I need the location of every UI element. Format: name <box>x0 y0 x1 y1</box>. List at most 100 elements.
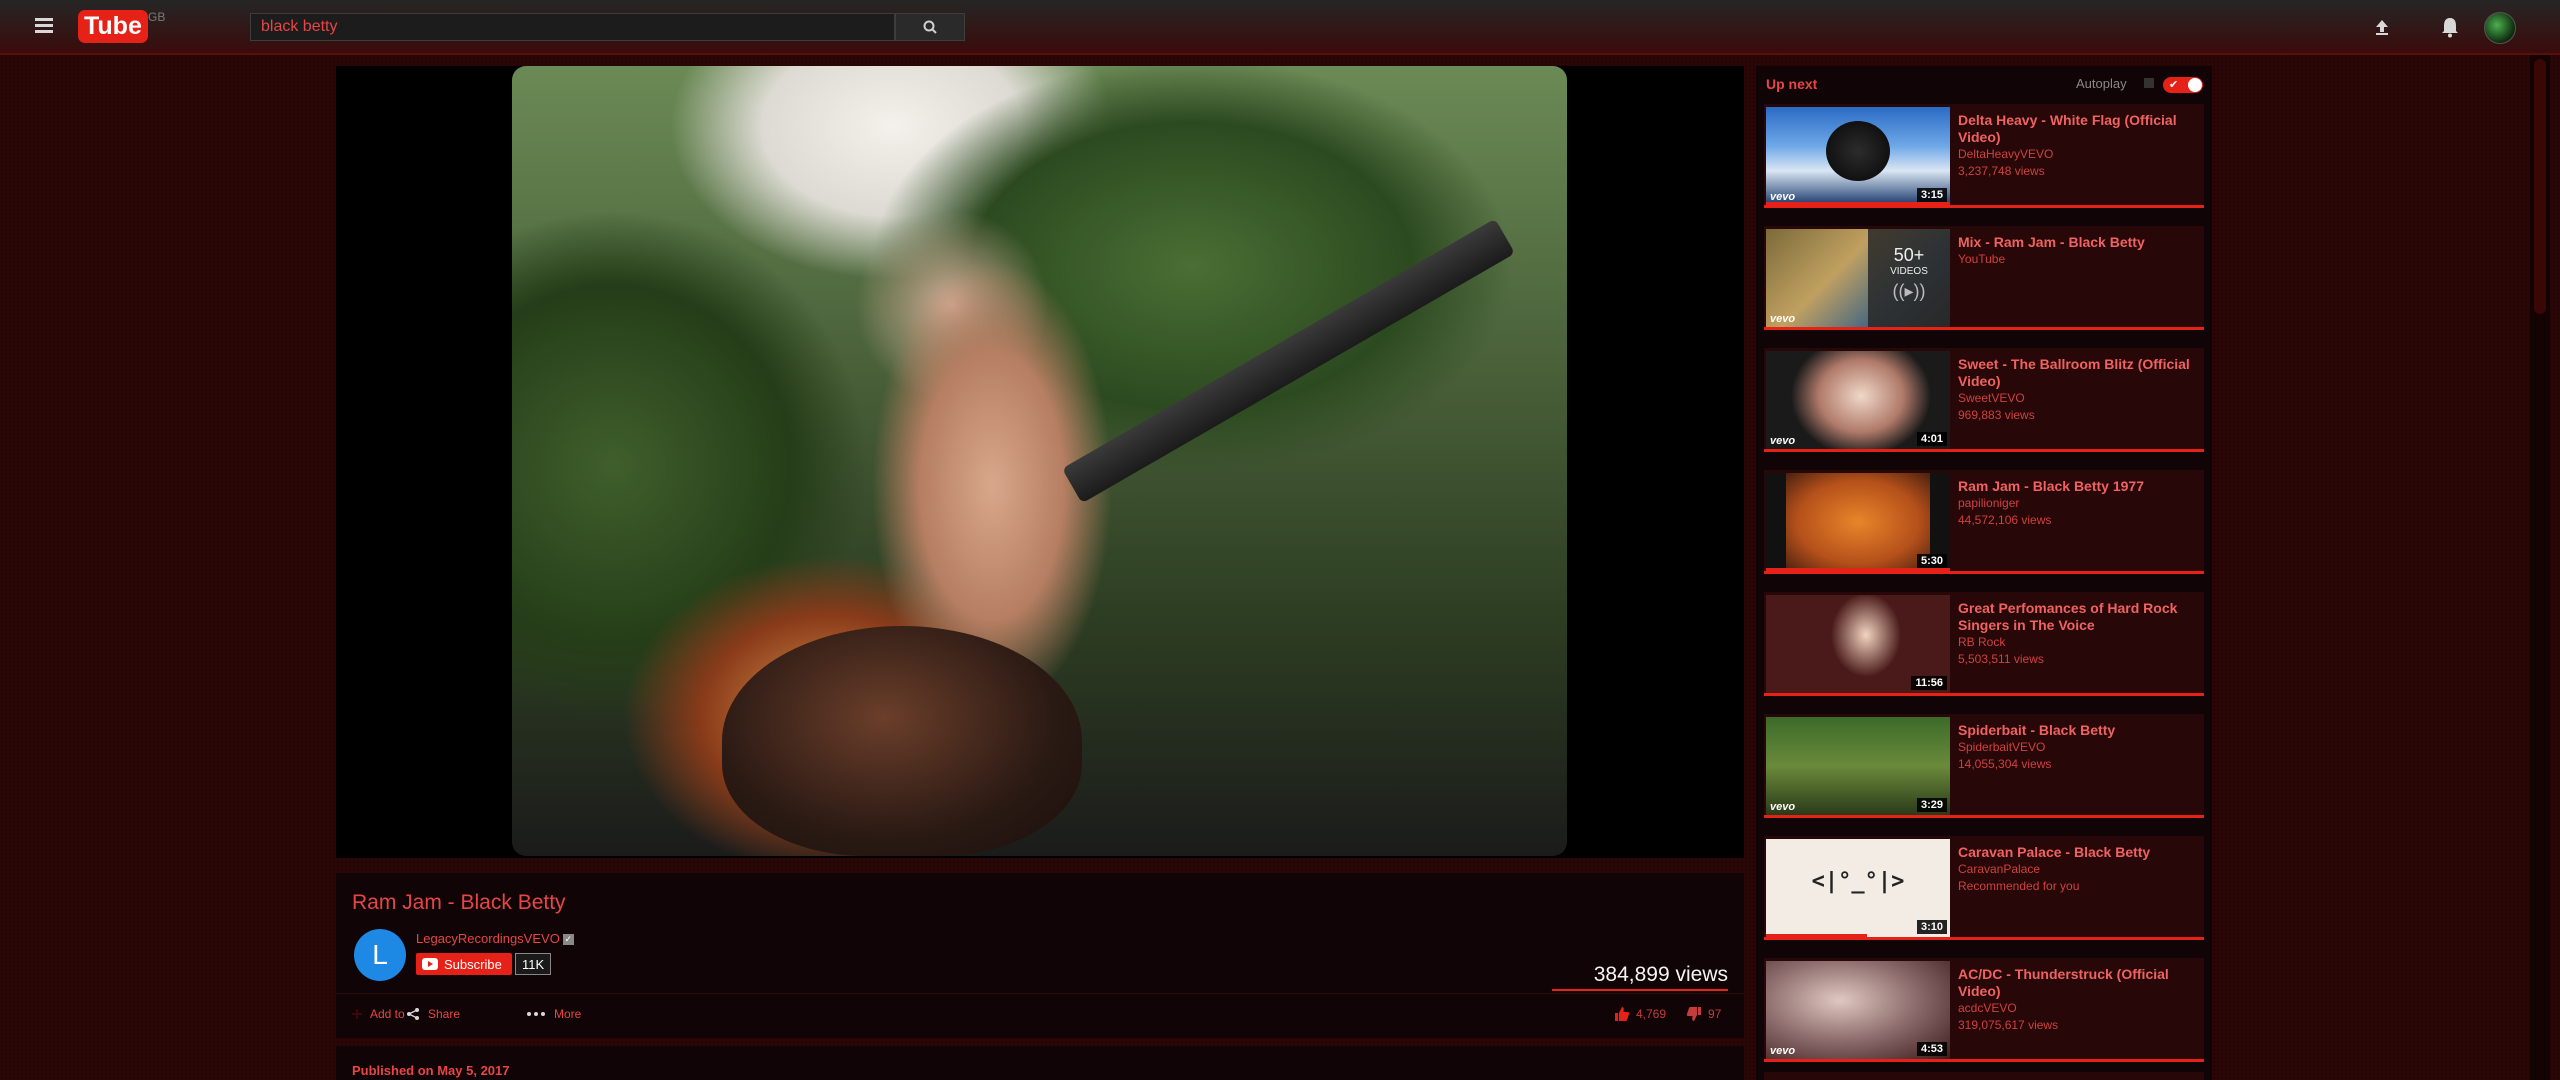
duration-badge: 4:01 <box>1916 432 1947 446</box>
search-input[interactable] <box>250 13 895 41</box>
mix-label: VIDEOS <box>1890 266 1928 277</box>
duration-badge: 3:15 <box>1916 188 1947 202</box>
bell-icon[interactable] <box>2436 13 2464 41</box>
channel-name: papilioniger <box>1958 496 2020 510</box>
video-thumbnail[interactable]: 5:30 <box>1766 473 1950 571</box>
autoplay-info-icon[interactable] <box>2144 78 2154 88</box>
video-thumbnail[interactable]: 11:56 <box>1766 595 1950 693</box>
channel-name[interactable]: LegacyRecordingsVEVO ✓ <box>416 931 574 946</box>
mix-count: 50+ <box>1893 245 1925 265</box>
channel-name: DeltaHeavyVEVO <box>1958 147 2054 161</box>
video-title[interactable]: Ram Jam - Black Betty 1977 <box>1958 478 2198 495</box>
recommendation-note: Recommended for you <box>1958 879 2080 893</box>
view-count: 319,075,617 views <box>1958 1018 2059 1032</box>
video-title[interactable]: Delta Heavy - White Flag (Official Video… <box>1958 112 2198 146</box>
list-item[interactable]: vevo 50+ VIDEOS ((▸)) Mix - Ram Jam - Bl… <box>1764 226 2204 330</box>
video-player[interactable] <box>336 66 1744 858</box>
list-item[interactable]: vevo 4:01 Sweet - The Ballroom Blitz (Of… <box>1764 348 2204 452</box>
view-count: 14,055,304 views <box>1958 757 2052 771</box>
more-button[interactable]: More <box>526 1007 581 1021</box>
plus-icon <box>352 1009 362 1019</box>
vevo-logo: vevo <box>1770 435 1796 447</box>
top-bar: Tube GB <box>0 0 2560 55</box>
dislike-count: 97 <box>1708 1007 1722 1021</box>
view-count: 384,899 views <box>1593 963 1728 986</box>
video-thumbnail[interactable]: vevo 4:01 <box>1766 351 1950 449</box>
video-title[interactable]: Caravan Palace - Black Betty <box>1958 844 2198 861</box>
video-thumbnail[interactable]: <|°_°|> 3:10 <box>1766 839 1950 937</box>
search-button[interactable] <box>895 13 965 41</box>
vevo-logo: vevo <box>1770 1045 1796 1057</box>
page-scrollbar[interactable] <box>2530 55 2550 1080</box>
thumbnail-detail <box>1826 121 1890 181</box>
vevo-logo: vevo <box>1770 801 1796 813</box>
scrollbar-thumb[interactable] <box>2534 59 2546 314</box>
thumbs-down-icon <box>1686 1007 1701 1021</box>
channel-avatar[interactable]: L <box>354 929 406 981</box>
divider <box>336 993 1744 994</box>
menu-icon[interactable] <box>32 15 56 37</box>
video-thumbnail[interactable]: vevo 50+ VIDEOS ((▸)) <box>1766 229 1950 327</box>
description-panel: Published on May 5, 2017 <box>336 1046 1744 1080</box>
vevo-logo: vevo <box>1770 313 1796 325</box>
video-thumbnail[interactable]: vevo 3:15 <box>1766 107 1950 205</box>
more-icon <box>527 1012 545 1016</box>
avatar[interactable] <box>2484 12 2516 44</box>
dislike-button[interactable]: 97 <box>1686 1006 1721 1022</box>
video-frame[interactable] <box>512 66 1567 856</box>
like-count: 4,769 <box>1636 1007 1667 1021</box>
autoplay-toggle[interactable]: ✔ <box>2163 77 2203 93</box>
publish-date: Published on May 5, 2017 <box>352 1063 510 1078</box>
video-image-detail <box>722 626 1082 856</box>
like-ratio-bar <box>1552 989 1728 991</box>
list-item[interactable] <box>1764 1072 2204 1080</box>
autoplay-label: Autoplay <box>2076 76 2127 91</box>
video-title[interactable]: Sweet - The Ballroom Blitz (Official Vid… <box>1958 356 2198 390</box>
view-count: 3,237,748 views <box>1958 164 2045 178</box>
thumbnail-detail <box>1786 473 1930 571</box>
thumbnail-text: <|°_°|> <box>1811 869 1905 894</box>
view-count: 44,572,106 views <box>1958 513 2052 527</box>
logo-tube-text: Tube <box>78 9 148 43</box>
mix-overlay: 50+ VIDEOS ((▸)) <box>1868 229 1950 327</box>
video-title[interactable]: AC/DC - Thunderstruck (Official Video) <box>1958 966 2198 1000</box>
more-label: More <box>554 1007 582 1021</box>
upload-icon[interactable] <box>2368 13 2396 41</box>
list-item[interactable]: <|°_°|> 3:10 Caravan Palace - Black Bett… <box>1764 836 2204 940</box>
up-next-heading: Up next <box>1766 76 1818 92</box>
channel-name: YouTube <box>1958 252 2006 266</box>
country-code: GB <box>148 10 166 24</box>
list-item[interactable]: vevo 3:29 Spiderbait - Black Betty Spide… <box>1764 714 2204 818</box>
like-button[interactable]: 4,769 <box>1614 1006 1666 1022</box>
duration-badge: 3:10 <box>1916 920 1947 934</box>
duration-badge: 4:53 <box>1916 1042 1947 1056</box>
list-item[interactable]: vevo 4:53 AC/DC - Thunderstruck (Officia… <box>1764 958 2204 1062</box>
video-thumbnail[interactable]: vevo 4:53 <box>1766 961 1950 1059</box>
youtube-logo[interactable]: Tube <box>78 8 148 44</box>
video-thumbnail[interactable]: vevo 3:29 <box>1766 717 1950 815</box>
share-icon <box>407 1008 419 1020</box>
video-title: Ram Jam - Black Betty <box>352 891 566 914</box>
channel-name-text: LegacyRecordingsVEVO <box>416 931 560 946</box>
list-item[interactable]: 5:30 Ram Jam - Black Betty 1977 papilion… <box>1764 470 2204 574</box>
video-title[interactable]: Spiderbait - Black Betty <box>1958 722 2198 739</box>
subscribe-button[interactable]: Subscribe <box>416 953 512 975</box>
video-info-panel: Ram Jam - Black Betty L LegacyRecordings… <box>336 873 1744 1038</box>
subscribe-label: Subscribe <box>444 956 502 972</box>
subscriber-count: 11K <box>515 953 552 975</box>
list-item[interactable]: 11:56 Great Perfomances of Hard Rock Sin… <box>1764 592 2204 696</box>
channel-name: RB Rock <box>1958 635 2006 649</box>
view-count: 969,883 views <box>1958 408 2035 422</box>
watch-progress-bar <box>1766 202 1950 205</box>
video-title[interactable]: Great Perfomances of Hard Rock Singers i… <box>1958 600 2198 634</box>
share-button[interactable]: Share <box>406 1007 460 1021</box>
watch-progress-bar <box>1766 934 1868 937</box>
add-to-label: Add to <box>370 1007 405 1021</box>
channel-name: SpiderbaitVEVO <box>1958 740 2046 754</box>
add-to-button[interactable]: Add to <box>352 1007 405 1021</box>
duration-badge: 5:30 <box>1916 554 1947 568</box>
check-icon: ✔ <box>2169 79 2179 91</box>
view-count: 5,503,511 views <box>1958 652 2044 666</box>
list-item[interactable]: vevo 3:15 Delta Heavy - White Flag (Offi… <box>1764 104 2204 208</box>
video-title[interactable]: Mix - Ram Jam - Black Betty <box>1958 234 2198 251</box>
